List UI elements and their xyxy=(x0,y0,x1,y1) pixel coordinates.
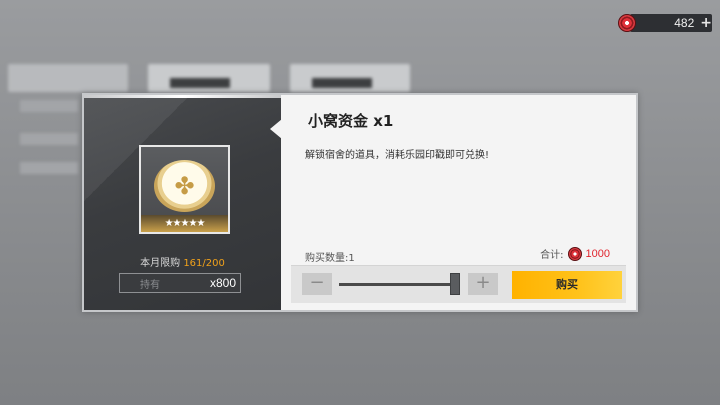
background-row xyxy=(20,100,78,112)
purchase-quantity-label: 购买数量:1 xyxy=(305,253,355,264)
gem-coin-icon xyxy=(567,246,582,261)
background-tab xyxy=(290,64,410,92)
purchase-controls: − + 购买 xyxy=(291,265,626,303)
increase-quantity-button[interactable]: + xyxy=(468,273,498,295)
background-tab xyxy=(8,64,128,92)
monthly-limit-label: 本月限购 xyxy=(140,258,181,269)
background-row xyxy=(20,133,78,145)
owned-value: x800 xyxy=(209,276,236,290)
background-tab xyxy=(148,64,270,92)
item-card: ✤ ★★★★★ xyxy=(139,145,230,234)
clover-coin-icon: ✤ xyxy=(154,160,215,212)
buy-button[interactable]: 购买 xyxy=(512,271,622,299)
quantity-slider-handle[interactable] xyxy=(450,273,460,295)
background-row xyxy=(20,162,78,174)
item-preview-panel: ✤ ★★★★★ 本月限购 161/200 持有 x800 xyxy=(84,95,281,310)
gem-coin-icon xyxy=(618,14,636,32)
add-currency-button[interactable]: + xyxy=(700,15,712,31)
item-detail-panel: 小窝资金 x1 解锁宿舍的道具，消耗乐园印戳即可兑换! 购买数量:1 合计: 1… xyxy=(281,95,636,310)
total-price-value: 1000 xyxy=(585,247,610,260)
owned-count: 持有 x800 xyxy=(119,273,241,293)
quantity-slider[interactable] xyxy=(339,283,457,286)
currency-amount: 482 xyxy=(674,16,695,30)
monthly-limit: 本月限购 161/200 xyxy=(84,254,281,269)
item-description: 解锁宿舍的道具，消耗乐园印戳即可兑换! xyxy=(305,150,490,161)
rarity-stars: ★★★★★ xyxy=(164,218,206,229)
item-title: 小窝资金 x1 xyxy=(308,112,394,130)
decrease-quantity-button[interactable]: − xyxy=(302,273,332,295)
monthly-limit-count: 161/200 xyxy=(183,258,225,269)
total-price: 合计: 1000 xyxy=(540,246,610,261)
currency-display: 482 + xyxy=(618,12,712,34)
total-label: 合计: xyxy=(540,250,564,261)
owned-label: 持有 xyxy=(140,279,160,291)
purchase-dialog: ✤ ★★★★★ 本月限购 161/200 持有 x800 小窝资金 x1 解锁宿… xyxy=(82,93,638,312)
